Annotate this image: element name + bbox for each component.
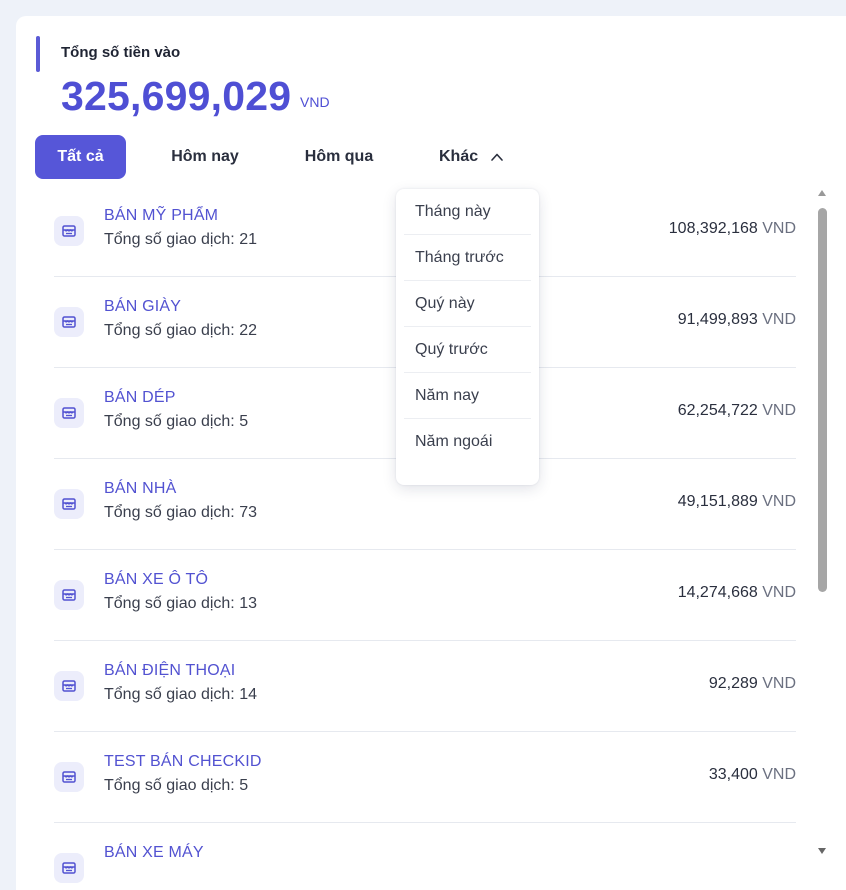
list-item[interactable]: BÁN XE Ô TÔ Tổng số giao dịch: 13 14,274,6… (54, 550, 796, 641)
row-amount-value: 91,499,893 (677, 311, 758, 328)
store-icon (54, 398, 84, 428)
category-name[interactable]: BÁN DÉP (104, 389, 176, 407)
row-amount: 49,151,889 VND (678, 493, 796, 511)
row-amount-currency: VND (762, 220, 796, 237)
summary-header: Tổng số tiền vào 325,699,029 VND Tất cả … (16, 16, 846, 196)
accent-bar (36, 36, 40, 72)
row-amount-currency: VND (762, 402, 796, 419)
total-amount: 325,699,029 (61, 73, 292, 119)
store-icon (54, 216, 84, 246)
row-amount-currency: VND (762, 584, 796, 601)
row-amount-value: 62,254,722 (677, 402, 758, 419)
scroll-down-arrow[interactable] (818, 848, 826, 854)
store-icon (54, 580, 84, 610)
total-label: Tổng số tiền vào (61, 44, 181, 61)
store-icon (54, 489, 84, 519)
list-item[interactable]: BÁN ĐIỆN THOẠI Tổng số giao dịch: 14 92,28… (54, 641, 796, 732)
row-amount-currency: VND (762, 311, 796, 328)
store-icon (54, 307, 84, 337)
period-dropdown: Tháng này Tháng trước Quý này Quý trước … (396, 189, 539, 485)
total-currency: VND (300, 94, 330, 110)
row-amount-value: 14,274,668 (677, 584, 758, 601)
tab-other-label: Khác (439, 148, 479, 165)
row-amount: 14,274,668 VND (678, 584, 796, 602)
row-amount-value: 49,151,889 (677, 493, 758, 510)
transaction-count: Tổng số giao dịch: 14 (104, 686, 257, 703)
scrollbar[interactable] (814, 186, 830, 876)
category-name[interactable]: BÁN MỸ PHẨM (104, 207, 218, 225)
dropdown-item-last-quarter[interactable]: Quý trước (404, 327, 531, 373)
tab-all[interactable]: Tất cả (35, 135, 126, 179)
row-amount-currency: VND (762, 675, 796, 692)
store-icon (54, 853, 84, 883)
dropdown-item-last-month[interactable]: Tháng trước (404, 235, 531, 281)
category-name[interactable]: BÁN XE Ô TÔ (104, 571, 208, 589)
scroll-up-arrow[interactable] (818, 190, 826, 196)
transaction-count: Tổng số giao dịch: 5 (104, 777, 249, 794)
row-amount-value: 33,400 (708, 766, 758, 783)
revenue-card: Tổng số tiền vào 325,699,029 VND Tất cả … (16, 16, 846, 890)
transaction-count: Tổng số giao dịch: 21 (104, 231, 257, 248)
list-item[interactable]: TEST BÁN CHECKID Tổng số giao dịch: 5 33,4… (54, 732, 796, 823)
dropdown-item-this-month[interactable]: Tháng này (404, 189, 531, 235)
row-amount-currency: VND (762, 493, 796, 510)
transaction-count: Tổng số giao dịch: 22 (104, 322, 257, 339)
dropdown-item-this-quarter[interactable]: Quý này (404, 281, 531, 327)
chevron-up-icon (491, 153, 503, 161)
row-amount: 108,392,168 VND (669, 220, 796, 238)
tab-today[interactable]: Hôm nay (155, 135, 255, 179)
row-amount-value: 92,289 (708, 675, 758, 692)
transaction-count: Tổng số giao dịch: 5 (104, 413, 249, 430)
category-name[interactable]: BÁN GIÀY (104, 298, 181, 316)
transaction-count: Tổng số giao dịch: 13 (104, 595, 257, 612)
category-name[interactable]: BÁN XE MÁY (104, 844, 204, 862)
dropdown-item-last-year[interactable]: Năm ngoái (404, 419, 531, 465)
tab-other[interactable]: Khác (433, 135, 533, 179)
dropdown-item-this-year[interactable]: Năm nay (404, 373, 531, 419)
row-amount: 33,400 VND (709, 766, 796, 784)
category-name[interactable]: BÁN NHÀ (104, 480, 177, 498)
row-amount-currency: VND (762, 766, 796, 783)
row-amount: 91,499,893 VND (678, 311, 796, 329)
row-amount: 92,289 VND (709, 675, 796, 693)
category-name[interactable]: TEST BÁN CHECKID (104, 753, 262, 771)
transaction-count: Tổng số giao dịch: 73 (104, 504, 257, 521)
row-amount-value: 108,392,168 (668, 220, 758, 237)
store-icon (54, 762, 84, 792)
list-item[interactable]: BÁN XE MÁY (54, 823, 796, 890)
tab-yesterday[interactable]: Hôm qua (289, 135, 389, 179)
row-amount: 62,254,722 VND (678, 402, 796, 420)
category-name[interactable]: BÁN ĐIỆN THOẠI (104, 662, 235, 680)
scroll-thumb[interactable] (818, 208, 827, 592)
store-icon (54, 671, 84, 701)
